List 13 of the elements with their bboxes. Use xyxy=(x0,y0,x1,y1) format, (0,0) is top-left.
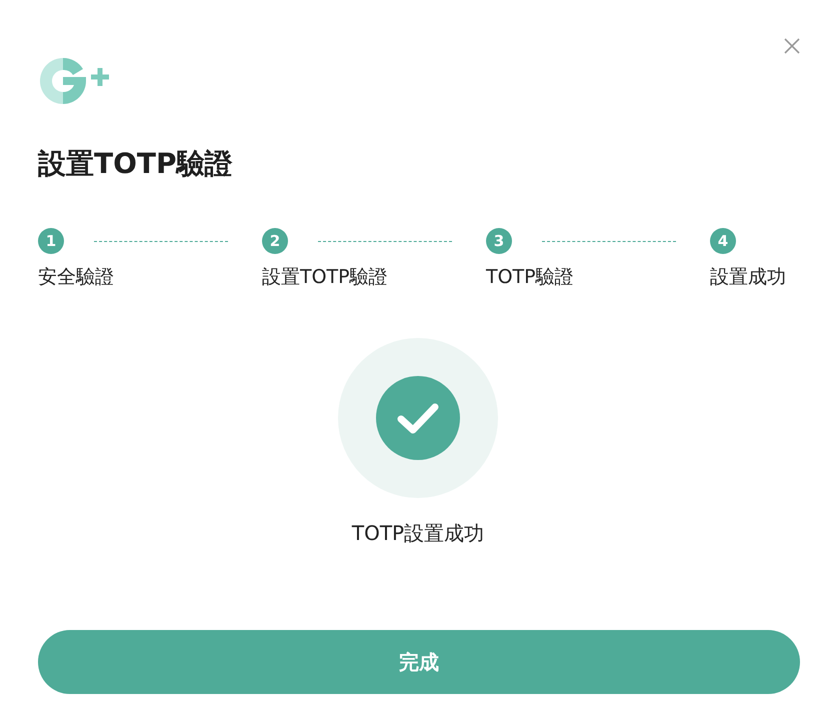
success-message: TOTP設置成功 xyxy=(352,520,484,547)
step-number: 1 xyxy=(38,228,64,254)
step-label: 設置成功 xyxy=(710,265,787,290)
step-label: TOTP驗證 xyxy=(486,265,575,290)
step-label: 安全驗證 xyxy=(38,265,115,290)
step-number: 4 xyxy=(710,228,736,254)
step-number: 3 xyxy=(486,228,512,254)
step-number: 2 xyxy=(262,228,288,254)
done-button[interactable]: 完成 xyxy=(38,630,800,694)
close-button[interactable] xyxy=(782,36,802,56)
close-icon xyxy=(784,38,800,54)
dialog-title: 設置TOTP驗證 xyxy=(38,146,234,182)
step-label: 設置TOTP驗證 xyxy=(262,265,389,290)
